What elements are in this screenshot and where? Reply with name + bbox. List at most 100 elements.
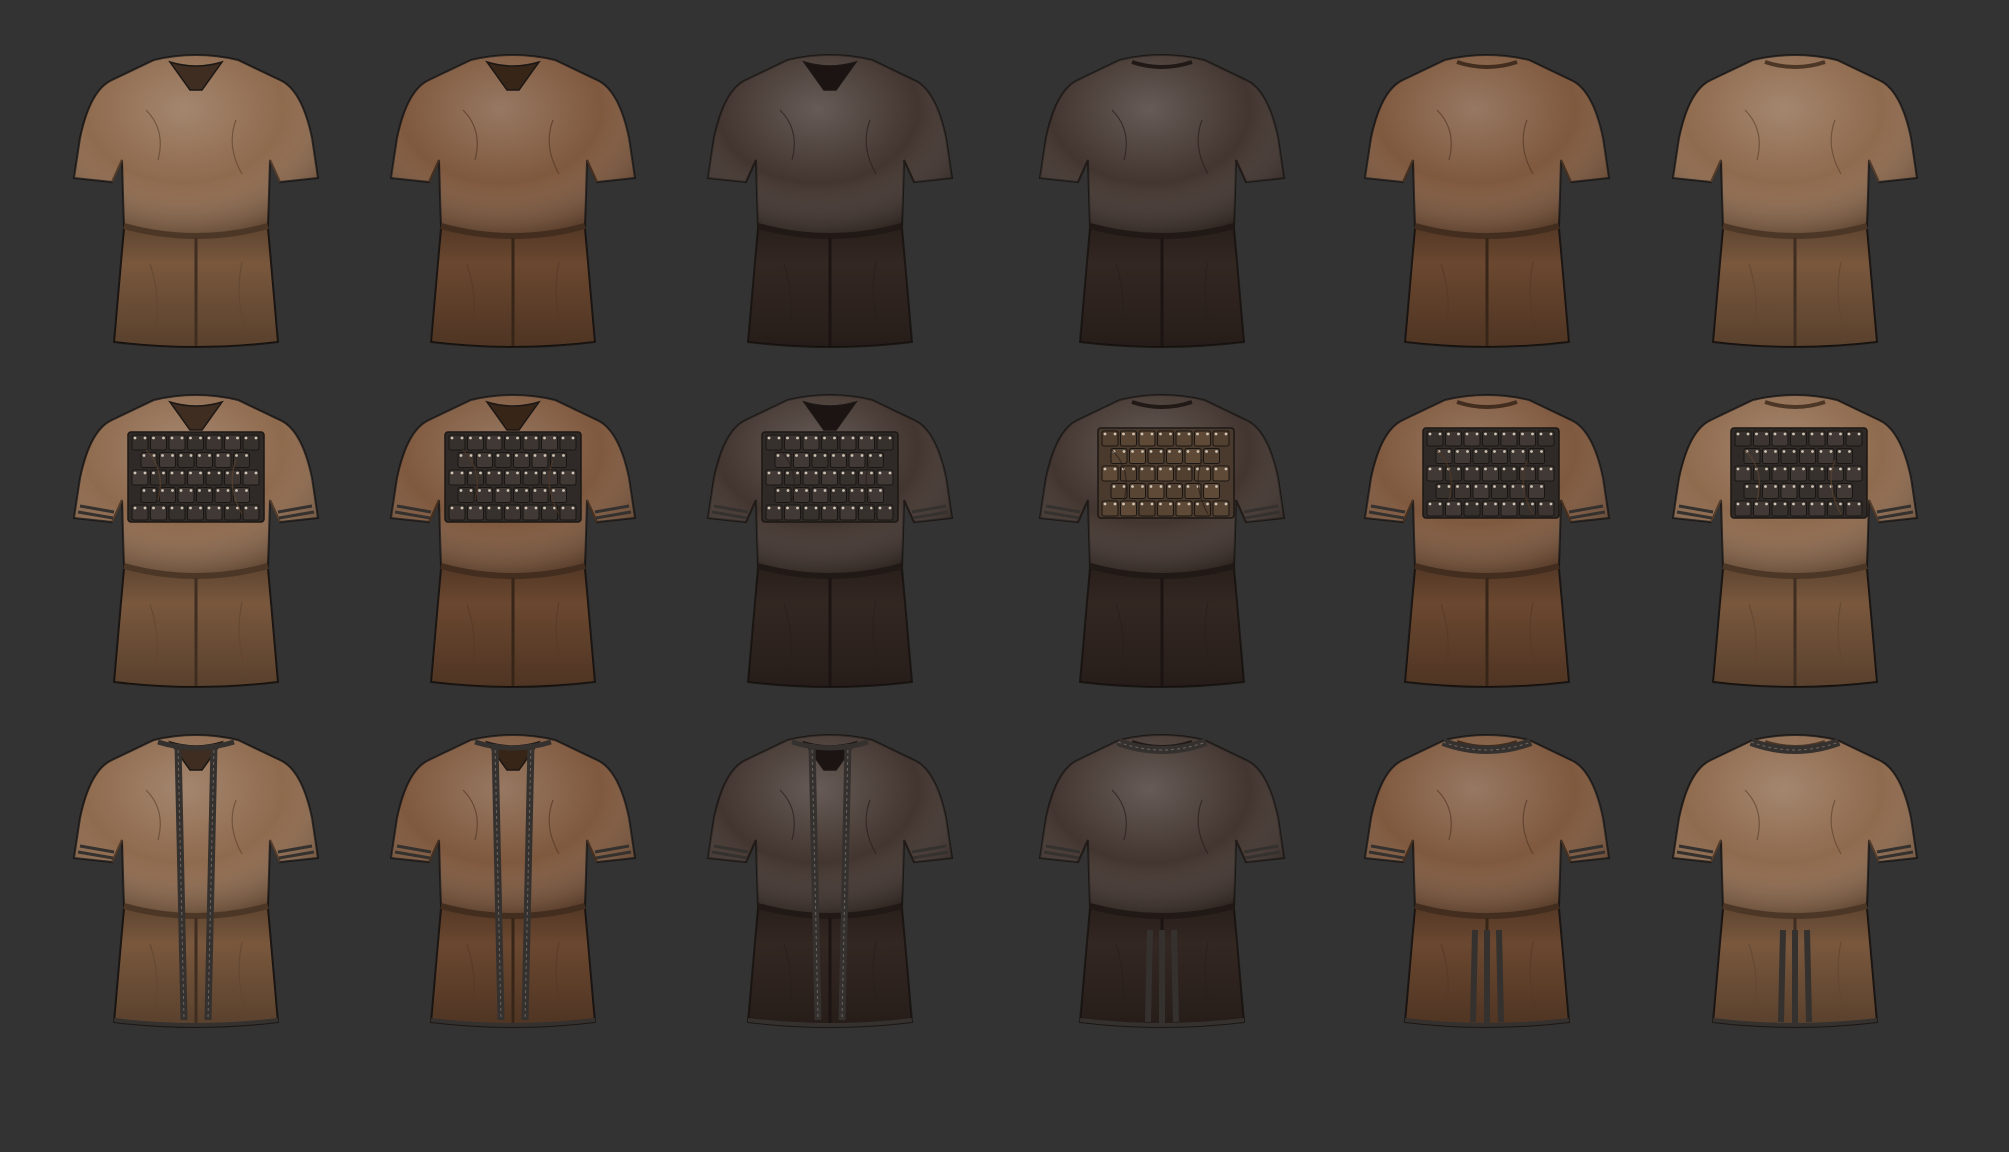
rivet [1150,467,1154,471]
rivet [1484,450,1488,453]
rivet [179,454,183,457]
rivet [1428,502,1432,506]
rivet [1456,485,1459,488]
rivet [1205,485,1208,488]
rivet [1215,450,1218,453]
rivet [1539,467,1543,471]
rivet [1169,502,1172,506]
rivet [805,489,808,492]
rivet [1177,502,1181,506]
tunic-r3-c5 [1363,734,1611,1028]
rivet [561,506,565,510]
rivet [1774,485,1777,488]
rivet [254,471,258,475]
rivet [1159,502,1162,506]
rivet [226,489,230,492]
rivet [459,454,463,457]
rivet [1839,467,1842,471]
rivet [571,436,575,440]
rivet [1224,432,1228,436]
rivet [878,471,882,475]
rivet [543,471,546,475]
rivet [814,471,818,475]
rivet [506,489,510,492]
rivet [152,436,155,440]
rivet [488,454,491,457]
rivet [479,436,482,440]
rivet [1466,485,1469,488]
rivet [823,506,826,510]
rivet [879,454,882,457]
rivet [515,489,518,492]
tunic-r1-c4 [1038,54,1286,348]
rivet [869,454,872,457]
rivet [1829,502,1832,506]
rivet [1132,432,1135,436]
rivet [254,436,258,440]
rivet [525,454,528,457]
tunic-r3-c3 [706,734,954,1028]
rivet [1140,467,1144,471]
rivet [813,489,817,492]
rivet [487,506,491,510]
tunic-torso-sheen [1040,55,1284,235]
rivet [180,506,184,510]
rivet [487,436,491,440]
rivet [1493,485,1496,488]
tunic-r2-c4 [1038,394,1286,688]
tunic-r3-c6 [1671,734,1919,1028]
rivet [236,471,239,475]
rivet [236,436,239,440]
rivet [1764,450,1767,453]
tunic-torso-sheen [1673,735,1917,915]
rivet [245,489,248,492]
rivet [207,506,211,510]
rivet [1521,467,1524,471]
rivet [1113,502,1117,506]
rivet [478,454,481,457]
rivet [1783,502,1787,506]
rivet [479,471,482,475]
rivet [543,436,546,440]
rivet [1474,485,1478,488]
rivet [1811,485,1814,488]
rivet [767,506,771,510]
rivet [450,436,454,440]
rivet [1475,467,1479,471]
rivet [469,471,472,475]
rivet [796,436,799,440]
tunic-r3-c2 [389,734,637,1028]
rivet [1113,467,1117,471]
rivet [1540,450,1543,453]
tunic-r2-c1 [72,394,320,688]
rivet [1214,467,1218,471]
rivet [152,454,156,457]
rivet [1857,467,1861,471]
rivet [226,506,229,510]
rivet [1792,502,1795,506]
rivet [1456,450,1459,453]
rivet [207,471,211,475]
rivet [1149,485,1153,488]
rivet [562,454,565,457]
rivet [878,436,882,440]
rivet [1428,432,1432,436]
rivet [1783,432,1787,436]
rivet [1122,485,1126,488]
rivet [1150,432,1154,436]
rivet [143,436,147,440]
rivet [1848,450,1851,453]
rivet [189,489,193,492]
rivet [162,436,165,440]
rivet [1503,485,1506,488]
rivet [1829,467,1832,471]
rivet [1531,432,1534,436]
rivet [1494,502,1497,506]
rivet [786,471,789,475]
rivet [1465,432,1469,436]
rivet [162,471,165,475]
rivet [1801,450,1804,453]
rivet [1206,467,1209,471]
rivet [1206,502,1209,506]
rivet [1186,485,1190,488]
